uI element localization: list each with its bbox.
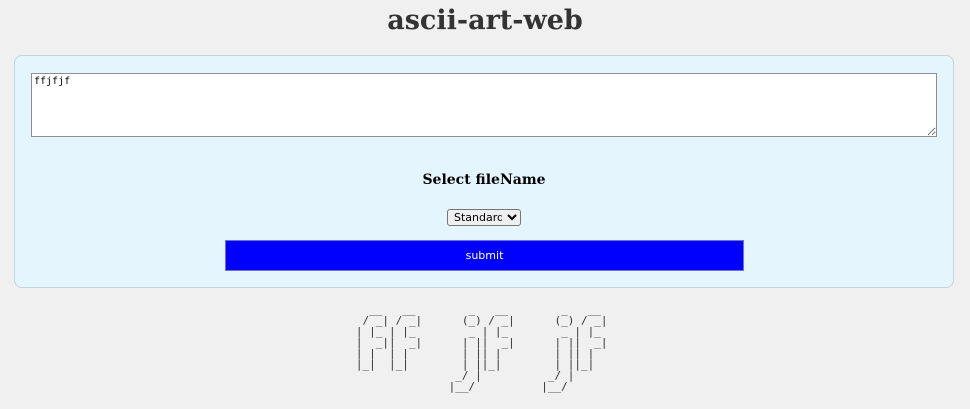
submit-button[interactable]: submit bbox=[225, 240, 744, 271]
ascii-form: ffjfjf Select fileName Standard submit bbox=[14, 55, 954, 288]
select-filename-label: Select fileName bbox=[422, 172, 546, 188]
filename-select-wrap: Standard bbox=[447, 206, 521, 226]
filename-select[interactable]: Standard bbox=[447, 209, 521, 226]
page-title: ascii-art-web bbox=[387, 5, 583, 36]
ascii-art-output: __ __ _ __ _ __ / _| / _| (_) / _| (_) /… bbox=[355, 303, 608, 393]
text-input[interactable]: ffjfjf bbox=[31, 73, 937, 137]
